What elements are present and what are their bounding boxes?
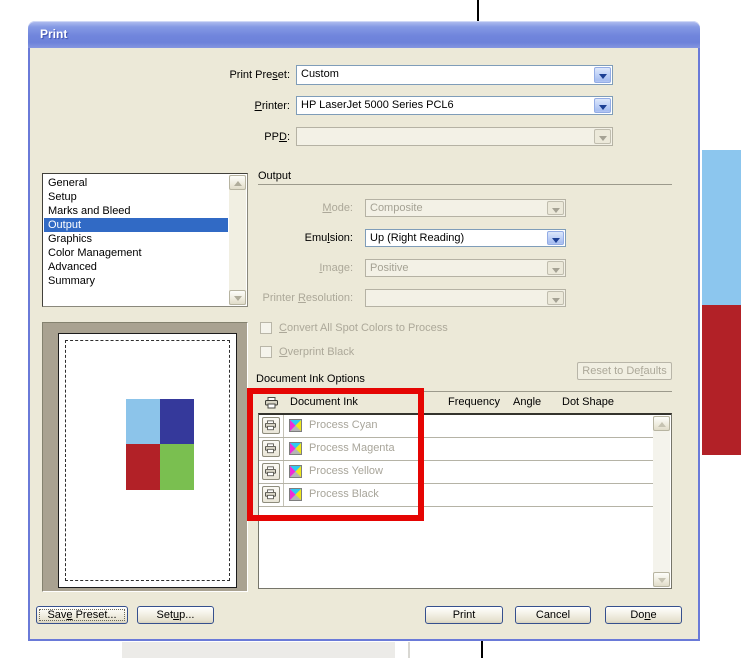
- printer-select[interactable]: HP LaserJet 5000 Series PCL6: [296, 96, 613, 115]
- table-scrollbar[interactable]: [653, 416, 670, 587]
- overprint-black-label: Overprint Black: [279, 346, 354, 358]
- print-preset-value: Custom: [301, 68, 592, 80]
- printer-value: HP LaserJet 5000 Series PCL6: [301, 99, 592, 111]
- printer-resolution-label: Printer Resolution:: [153, 292, 353, 304]
- arrow-up-icon[interactable]: [229, 175, 246, 190]
- overprint-black-checkbox: [260, 346, 272, 358]
- chevron-down-icon[interactable]: [594, 67, 611, 83]
- sidebar-item-summary[interactable]: Summary: [44, 274, 228, 288]
- ink-options-heading: Document Ink Options: [256, 373, 365, 385]
- arrow-up-icon[interactable]: [653, 416, 670, 431]
- image-label: Image:: [153, 262, 353, 274]
- print-preset-select[interactable]: Custom: [296, 65, 613, 85]
- emulsion-select[interactable]: Up (Right Reading): [365, 229, 566, 247]
- mode-value: Composite: [370, 202, 545, 214]
- cancel-button[interactable]: Cancel: [515, 606, 591, 624]
- print-dialog: Print Print Preset: Custom Printer: HP L…: [28, 21, 700, 641]
- chevron-down-icon: [547, 261, 564, 275]
- print-button[interactable]: Print: [425, 606, 503, 624]
- arrow-down-icon[interactable]: [653, 572, 670, 587]
- printer-resolution-select: [365, 289, 566, 307]
- convert-spot-colors-checkbox: [260, 322, 272, 334]
- sidebar-item-color-management[interactable]: Color Management: [44, 246, 228, 260]
- image-select: Positive: [365, 259, 566, 277]
- ppd-label: PPD:: [88, 131, 290, 143]
- page-preview-panel: [42, 322, 248, 592]
- document-red-rect: [702, 305, 741, 455]
- chevron-down-icon: [594, 129, 611, 144]
- dialog-title: Print: [40, 27, 67, 41]
- preview-page: [58, 333, 237, 588]
- screen: Print Print Preset: Custom Printer: HP L…: [0, 0, 741, 658]
- chevron-down-icon[interactable]: [547, 231, 564, 245]
- column-frequency: Frequency: [448, 396, 500, 408]
- setup-button[interactable]: Setup...: [137, 606, 214, 624]
- preview-red-square: [126, 444, 160, 490]
- title-bar[interactable]: Print: [28, 21, 700, 48]
- document-gray-line: [408, 642, 410, 658]
- chevron-down-icon: [547, 291, 564, 305]
- ppd-select: [296, 127, 613, 146]
- emulsion-value: Up (Right Reading): [370, 232, 545, 244]
- mode-select: Composite: [365, 199, 566, 217]
- preview-green-square: [160, 444, 194, 490]
- done-button[interactable]: Done: [605, 606, 682, 624]
- chevron-down-icon: [547, 201, 564, 215]
- reset-to-defaults-button: Reset to Defaults: [577, 362, 672, 380]
- section-divider: [258, 184, 672, 185]
- emulsion-label: Emulsion:: [153, 232, 353, 244]
- document-page-edge-line-bottom: [481, 641, 483, 658]
- output-section-heading: Output: [258, 170, 291, 182]
- column-angle: Angle: [513, 396, 541, 408]
- document-lightblue-rect: [702, 150, 741, 305]
- preview-lightblue-square: [126, 399, 160, 444]
- sidebar-item-output[interactable]: Output: [44, 218, 228, 232]
- red-annotation-rectangle: [247, 388, 424, 521]
- document-page-edge-line-top: [477, 0, 479, 21]
- column-dot-shape: Dot Shape: [562, 396, 614, 408]
- document-gray-strip: [122, 642, 395, 658]
- preview-darkblue-square: [160, 399, 194, 444]
- sidebar-item-general[interactable]: General: [44, 176, 228, 190]
- convert-spot-colors-label: Convert All Spot Colors to Process: [279, 322, 448, 334]
- print-preset-label: Print Preset:: [88, 69, 290, 81]
- image-value: Positive: [370, 262, 545, 274]
- chevron-down-icon[interactable]: [594, 98, 611, 113]
- save-preset-button[interactable]: Save Preset...: [36, 606, 128, 624]
- printer-label: Printer:: [88, 100, 290, 112]
- mode-label: Mode:: [153, 202, 353, 214]
